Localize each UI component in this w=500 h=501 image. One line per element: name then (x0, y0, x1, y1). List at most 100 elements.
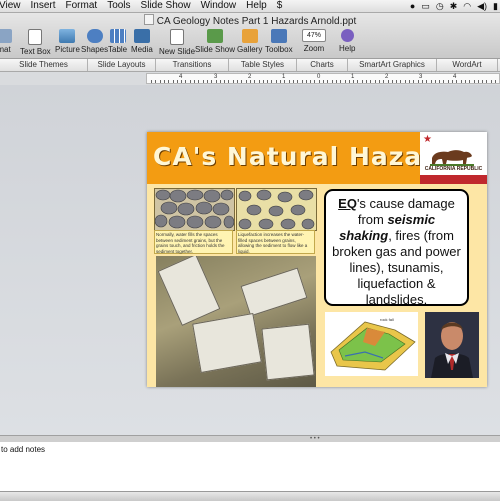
ruler-tick (271, 80, 273, 83)
menu-help[interactable]: Help (246, 0, 267, 12)
picture-label: Picture (55, 45, 80, 54)
new-slide-button[interactable]: New Slide (159, 29, 195, 56)
tab-table-styles[interactable]: Table Styles (229, 59, 297, 71)
tab-transitions[interactable]: Transitions (156, 59, 229, 71)
ruler-tick (206, 80, 208, 83)
ruler-tick (151, 80, 152, 83)
ruler-tick (391, 80, 393, 83)
landslide-diagram-image[interactable]: rock fall (325, 312, 418, 376)
ruler-tick (396, 80, 398, 83)
ruler-tick (426, 80, 428, 83)
slide[interactable]: CA's Natural Hazards ★ CALIFORNIA REPUBL… (147, 132, 487, 387)
script-menu-icon[interactable]: $ (277, 0, 283, 12)
tab-wordart[interactable]: WordArt (437, 59, 498, 71)
document-icon (143, 14, 154, 25)
notes-pane[interactable]: to add notes (0, 442, 500, 491)
california-flag-image[interactable]: ★ CALIFORNIA REPUBLIC (420, 132, 487, 184)
ruler-tick (215, 80, 217, 83)
liquefaction-caption: Liquefaction increases the water-filled … (236, 230, 315, 254)
ruler-tick (284, 80, 286, 83)
ruler-tick (383, 80, 385, 83)
text-box-label: Text Box (20, 47, 51, 56)
gallery-label: Gallery (237, 45, 263, 54)
ruler-tick (417, 80, 419, 83)
battery-icon[interactable]: ▮ (493, 0, 498, 12)
ruler-tick (181, 80, 183, 83)
tab-slide-themes[interactable]: Slide Themes (0, 59, 88, 71)
ruler-tick (267, 80, 269, 83)
ruler-tick (482, 80, 484, 83)
menu-insert[interactable]: Insert (31, 0, 56, 12)
toolbox-button[interactable]: Toolbox (265, 29, 293, 54)
media-button[interactable]: Media (131, 29, 153, 54)
ruler-tick (400, 80, 402, 83)
tab-smartart-graphics[interactable]: SmartArt Graphics (348, 59, 437, 71)
arnold-portrait-image[interactable] (425, 312, 479, 378)
text-box-button[interactable]: Text Box (20, 29, 51, 56)
notes-placeholder[interactable]: to add notes (1, 445, 45, 454)
help-button[interactable]: Help (339, 29, 355, 53)
sediment-caption: Normally, water fills the spaces between… (154, 230, 233, 254)
picture-icon (59, 29, 76, 43)
ruler-tick (275, 80, 277, 83)
menu-slide-show[interactable]: Slide Show (141, 0, 191, 12)
horizontal-ruler[interactable]: 4 3 2 1 0 1 2 3 4 (146, 73, 500, 84)
ruler-tick (409, 80, 410, 83)
ruler-tick (331, 80, 333, 83)
sediment-grains-image[interactable] (154, 188, 235, 231)
format-button[interactable]: mat (0, 29, 12, 54)
time-machine-icon[interactable]: ◷ (436, 0, 444, 12)
ruler-tick (378, 80, 380, 83)
slide-show-button[interactable]: Slide Show (195, 29, 235, 54)
help-label: Help (339, 44, 356, 53)
tab-slide-layouts[interactable]: Slide Layouts (88, 59, 156, 71)
volume-icon[interactable]: ◀) (477, 0, 487, 12)
table-icon (109, 29, 126, 43)
tilted-building (240, 267, 308, 317)
toolbox-label: Toolbox (265, 45, 293, 54)
wifi-icon[interactable]: ◠ (463, 0, 471, 12)
ruler-tick (344, 80, 346, 83)
ruler-tick (211, 80, 213, 83)
menu-window[interactable]: Window (201, 0, 237, 12)
menu-bar: View Insert Format Tools Slide Show Wind… (0, 0, 500, 13)
record-icon[interactable]: ● (410, 0, 415, 12)
ruler-tick (288, 80, 290, 83)
picture-button[interactable]: Picture (55, 29, 80, 54)
liquefaction-grains-image[interactable] (236, 188, 317, 231)
ruler-tick (421, 80, 423, 83)
menu-view[interactable]: View (0, 0, 21, 12)
table-button[interactable]: Table (108, 29, 127, 54)
ruler-tick (469, 80, 471, 83)
help-icon (340, 29, 354, 42)
tab-charts[interactable]: Charts (297, 59, 348, 71)
hazards-text-box[interactable]: EQ's cause damage from seismic shaking, … (324, 189, 469, 307)
menu-tools[interactable]: Tools (107, 0, 130, 12)
ruler-tick (340, 80, 342, 83)
bluetooth-icon[interactable]: ✱ (450, 0, 458, 12)
shapes-button[interactable]: Shapes (81, 29, 108, 54)
ruler-tick (348, 80, 350, 83)
ruler-tick (314, 80, 316, 83)
ruler-tick (163, 80, 165, 83)
display-icon[interactable]: ▭ (421, 0, 430, 12)
format-icon (0, 29, 12, 43)
format-label: mat (0, 45, 11, 54)
flag-text: CALIFORNIA REPUBLIC (424, 166, 483, 172)
ruler-tick (335, 80, 337, 83)
table-label: Table (108, 45, 128, 54)
zoom-value[interactable]: 47% (302, 29, 326, 42)
collapsed-buildings-photo[interactable] (156, 256, 316, 387)
ruler-tick (404, 80, 406, 83)
toolbar: CA Geology Notes Part 1 Hazards Arnold.p… (0, 13, 500, 59)
ruler-tick (194, 80, 195, 83)
ruler-tick (159, 80, 161, 83)
star-icon: ★ (423, 134, 432, 145)
gallery-button[interactable]: Gallery (237, 29, 262, 54)
ruler-tick (495, 80, 496, 83)
zoom-control[interactable]: 47% Zoom (302, 29, 326, 53)
ruler-tick (254, 80, 256, 83)
ruler-tick (172, 80, 174, 83)
menu-format[interactable]: Format (66, 0, 98, 12)
ruler-tick (280, 80, 281, 83)
